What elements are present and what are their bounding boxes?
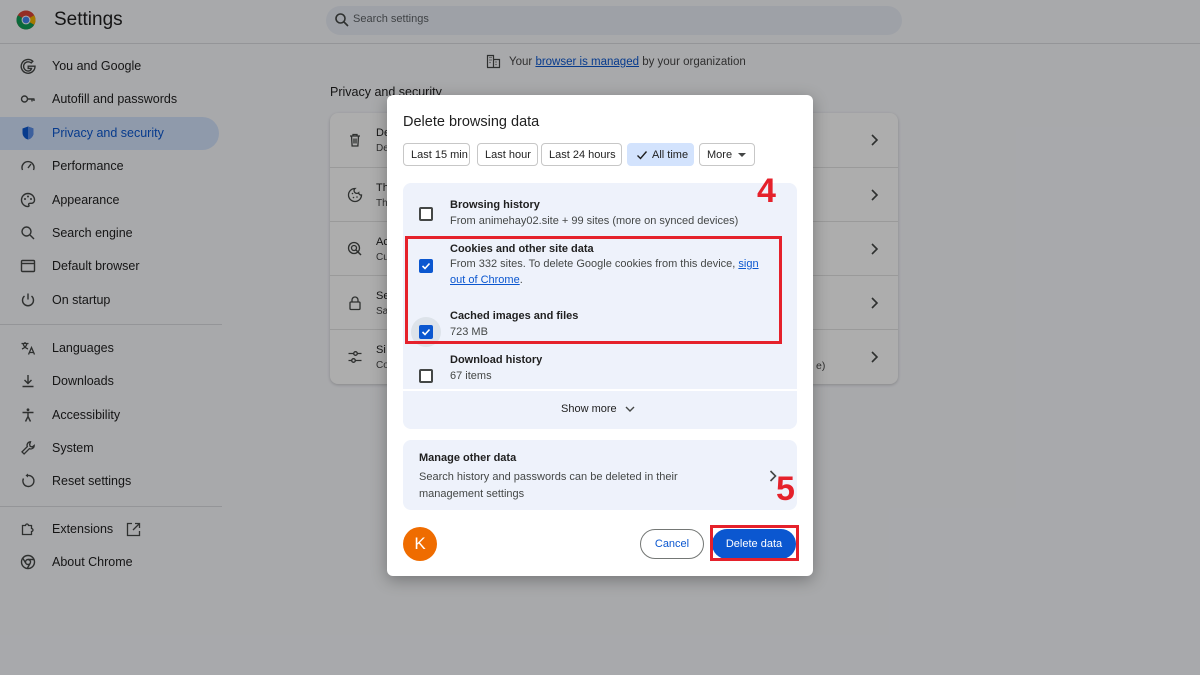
time-range-chip-15min[interactable]: Last 15 min [403,143,470,166]
manage-title: Manage other data [419,452,517,464]
annotation-box-step-5 [710,525,799,561]
dialog-title: Delete browsing data [403,114,540,130]
chip-label: All time [652,149,689,161]
chip-label: Last hour [485,149,531,161]
show-more-button[interactable]: Show more [403,391,797,429]
checkbox-download-history[interactable] [419,369,433,383]
dropdown-arrow-icon [738,153,746,157]
data-item-subtitle: 67 items [450,370,492,382]
time-range-chip-24h[interactable]: Last 24 hours [541,143,622,166]
time-range-chip-hour[interactable]: Last hour [477,143,538,166]
annotation-box-step-4 [405,236,782,344]
checkbox-browsing-history[interactable] [419,207,433,221]
manage-subtitle: Search history and passwords can be dele… [419,471,678,500]
chip-label: Last 15 min [411,149,468,161]
data-item-title: Browsing history [450,199,540,211]
data-item-title: Download history [450,354,543,366]
data-item-subtitle: From animehay02.site + 99 sites (more on… [450,215,739,227]
time-range-chip-all-time[interactable]: All time [627,143,694,166]
data-item-browsing-history[interactable]: Browsing history From animehay02.site + … [403,183,797,235]
annotation-step-4: 4 [757,172,776,210]
avatar[interactable]: K [403,527,437,561]
show-more-label: Show more [561,403,617,415]
chip-label: Last 24 hours [549,149,616,161]
chevron-down-icon [625,406,635,412]
chip-label: More [707,149,733,161]
manage-other-data-row[interactable]: Manage other data Search history and pas… [403,440,797,510]
annotation-step-5: 5 [776,470,795,508]
time-range-chip-more[interactable]: More [699,143,755,166]
check-icon [637,151,648,160]
data-item-download-history[interactable]: Download history 67 items [403,345,797,389]
cancel-button[interactable]: Cancel [640,529,704,559]
